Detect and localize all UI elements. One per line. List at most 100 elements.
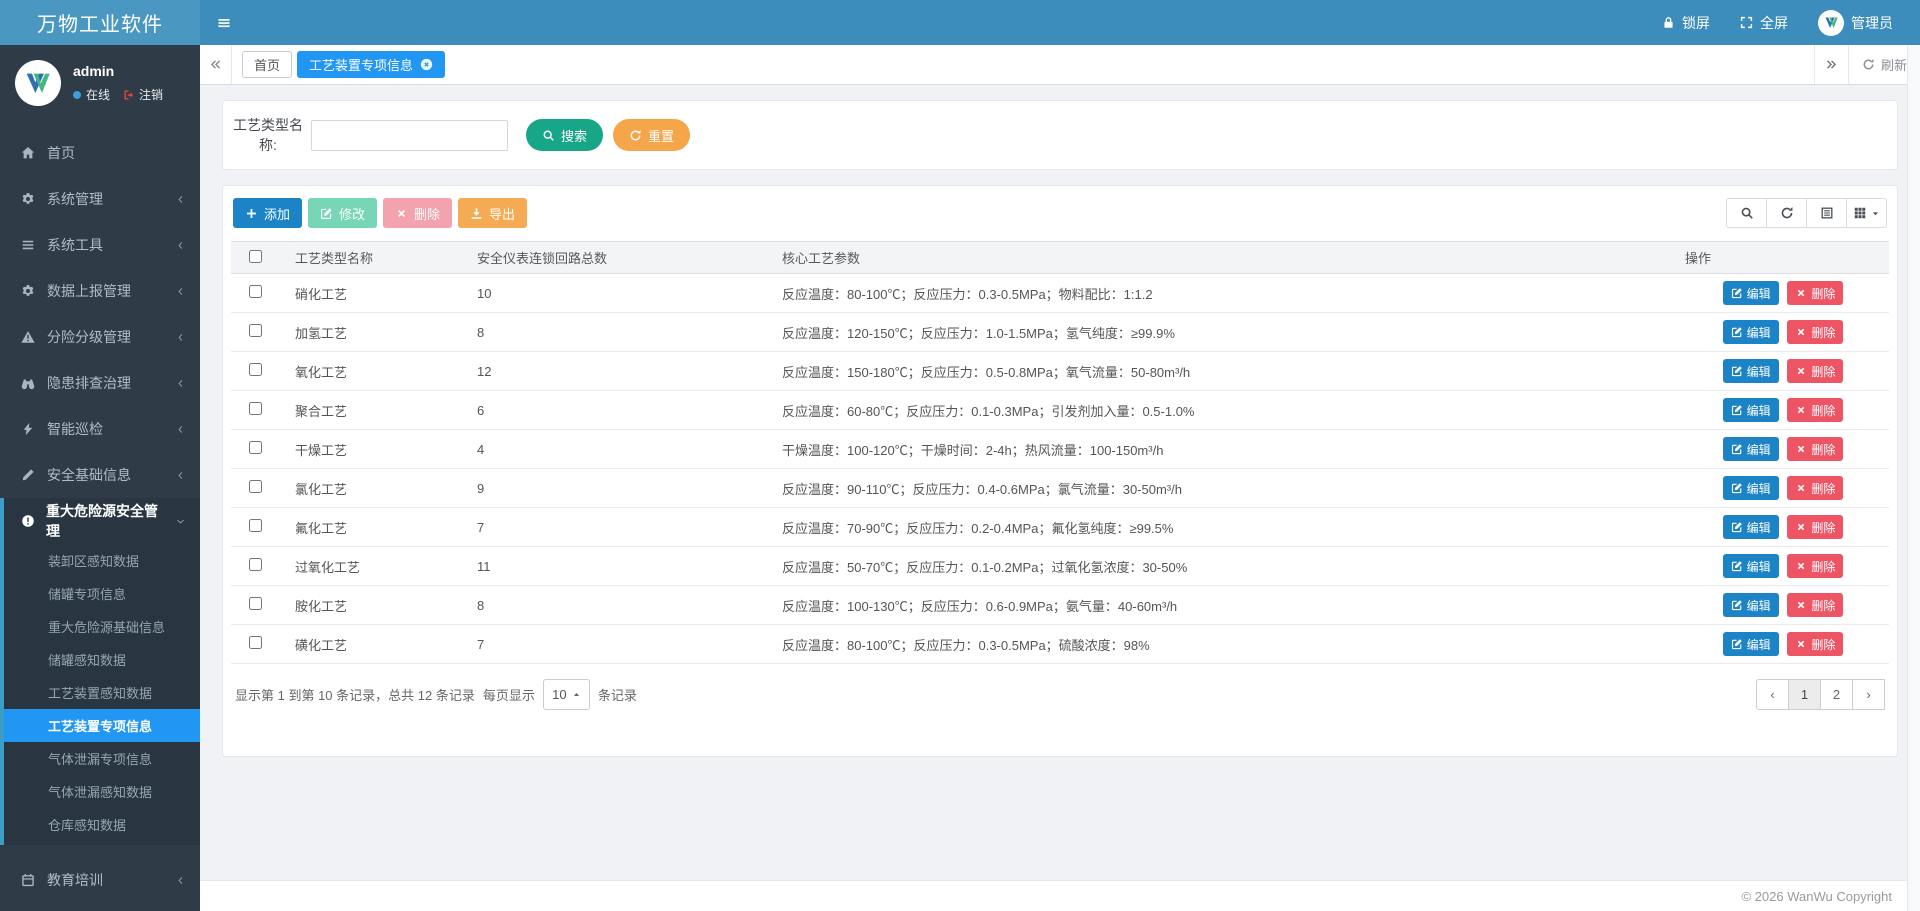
tabs-scroll-right-button[interactable] [1815, 45, 1849, 84]
row-checkbox[interactable] [249, 285, 262, 298]
row-delete-button[interactable]: 删除 [1787, 593, 1843, 617]
sidebar-submenu-item[interactable]: 储罐感知数据 [4, 643, 200, 676]
column-header-actions: 操作 [1677, 242, 1889, 274]
row-delete-button[interactable]: 删除 [1787, 437, 1843, 461]
avatar [15, 60, 61, 106]
row-edit-button[interactable]: 编辑 [1723, 359, 1779, 383]
inspection-icon [19, 376, 37, 390]
tabs-scroll-left-button[interactable] [200, 45, 232, 84]
sidebar-menu-item[interactable]: 分险分级管理 [0, 314, 200, 360]
row-checkbox[interactable] [249, 597, 262, 610]
pencil-icon [19, 468, 37, 482]
process-type-name-input[interactable] [311, 120, 508, 151]
sidebar-submenu-item[interactable]: 气体泄漏感知数据 [4, 775, 200, 808]
lock-icon [1662, 16, 1675, 29]
select-all-checkbox[interactable] [249, 250, 262, 263]
row-delete-button[interactable]: 删除 [1787, 359, 1843, 383]
cell-loop-count: 7 [469, 625, 774, 664]
sidebar-submenu-item[interactable]: 储罐专项信息 [4, 577, 200, 610]
sidebar-submenu-item[interactable]: 气体泄漏专项信息 [4, 742, 200, 775]
sidebar-toggle-button[interactable] [200, 0, 248, 45]
cell-process-name: 干燥工艺 [287, 430, 469, 469]
modify-button[interactable]: 修改 [308, 198, 377, 228]
app-title: 万物工业软件 [37, 8, 163, 37]
sidebar-menu-item[interactable]: 系统工具 [0, 222, 200, 268]
row-checkbox[interactable] [249, 441, 262, 454]
row-checkbox[interactable] [249, 480, 262, 493]
row-edit-button[interactable]: 编辑 [1723, 554, 1779, 578]
reset-button[interactable]: 重置 [613, 119, 690, 151]
row-edit-button[interactable]: 编辑 [1723, 476, 1779, 500]
tab-close-icon[interactable] [420, 58, 433, 71]
sidebar-submenu-item[interactable]: 重大危险源基础信息 [4, 610, 200, 643]
sidebar-submenu-item[interactable]: 装卸区感知数据 [4, 544, 200, 577]
row-checkbox[interactable] [249, 558, 262, 571]
sidebar-submenu-item[interactable]: 仓库感知数据 [4, 808, 200, 841]
row-delete-button[interactable]: 删除 [1787, 515, 1843, 539]
row-checkbox[interactable] [249, 324, 262, 337]
tab[interactable]: 首页 [242, 51, 292, 78]
sidebar-section-header[interactable]: 重大危险源安全管理 [4, 498, 200, 544]
page-size-select[interactable]: 10 [543, 679, 590, 710]
tab[interactable]: 工艺装置专项信息 [297, 51, 445, 78]
export-button[interactable]: 导出 [458, 198, 527, 228]
page-button[interactable]: ‹ [1756, 679, 1789, 710]
row-delete-button[interactable]: 删除 [1787, 554, 1843, 578]
caret-down-icon [1871, 209, 1880, 218]
sidebar-submenu-item[interactable]: 工艺装置感知数据 [4, 676, 200, 709]
row-delete-button[interactable]: 删除 [1787, 398, 1843, 422]
refresh-icon [1780, 206, 1794, 220]
tabs: 首页 工艺装置专项信息 [232, 45, 1814, 84]
row-delete-button[interactable]: 删除 [1787, 476, 1843, 500]
sidebar-menu-item[interactable]: 隐患排查治理 [0, 360, 200, 406]
cell-loop-count: 11 [469, 547, 774, 586]
fullscreen-button[interactable]: 全屏 [1725, 0, 1803, 45]
page-button[interactable]: 1 [1788, 679, 1821, 710]
sidebar-item-label: 安全基础信息 [47, 465, 165, 485]
sidebar-menu-item[interactable]: 系统管理 [0, 176, 200, 222]
cell-loop-count: 7 [469, 508, 774, 547]
row-checkbox[interactable] [249, 363, 262, 376]
table-row: 氯化工艺 9 反应温度：90-110℃；反应压力：0.4-0.6MPa；氯气流量… [231, 469, 1889, 508]
app-logo[interactable]: 万物工业软件 [0, 0, 200, 45]
sidebar-menu-item[interactable]: 数据上报管理 [0, 268, 200, 314]
delete-button[interactable]: 删除 [383, 198, 452, 228]
add-button[interactable]: 添加 [233, 198, 302, 228]
table-refresh-button[interactable] [1766, 198, 1807, 228]
page-button[interactable]: 2 [1820, 679, 1853, 710]
sidebar-submenu-item[interactable]: 工艺装置专项信息 [4, 709, 200, 742]
table-row: 聚合工艺 6 反应温度：60-80℃；反应压力：0.1-0.3MPa；引发剂加入… [231, 391, 1889, 430]
pager: ‹ 1 2 › [1756, 679, 1885, 710]
row-edit-button[interactable]: 编辑 [1723, 320, 1779, 344]
sidebar-menu-item[interactable]: 智能巡检 [0, 406, 200, 452]
cell-loop-count: 8 [469, 313, 774, 352]
v-logo-icon [22, 67, 54, 99]
row-edit-button[interactable]: 编辑 [1723, 632, 1779, 656]
table-search-toggle-button[interactable] [1726, 198, 1767, 228]
row-edit-button[interactable]: 编辑 [1723, 398, 1779, 422]
process-table: 工艺类型名称 安全仪表连锁回路总数 核心工艺参数 操作 硝化工艺 10 反应温度… [231, 241, 1889, 664]
lock-screen-button[interactable]: 锁屏 [1647, 0, 1725, 45]
row-delete-button[interactable]: 删除 [1787, 281, 1843, 305]
row-edit-button[interactable]: 编辑 [1723, 437, 1779, 461]
row-edit-button[interactable]: 编辑 [1723, 593, 1779, 617]
page-button[interactable]: › [1852, 679, 1885, 710]
table-detail-view-button[interactable] [1806, 198, 1847, 228]
sidebar-menu-item[interactable]: 首页 [0, 130, 200, 176]
row-checkbox[interactable] [249, 636, 262, 649]
row-checkbox[interactable] [249, 519, 262, 532]
cell-process-name: 氟化工艺 [287, 508, 469, 547]
row-delete-button[interactable]: 删除 [1787, 632, 1843, 656]
sidebar-menu-item[interactable]: 教育培训 [0, 857, 200, 903]
user-menu[interactable]: 管理员 [1803, 0, 1908, 45]
sidebar-menu-item[interactable]: 安全基础信息 [0, 452, 200, 498]
logout-link[interactable]: 注销 [123, 86, 163, 103]
page-scrollbar[interactable] [1907, 45, 1920, 911]
search-button[interactable]: 搜索 [526, 119, 603, 151]
row-edit-button[interactable]: 编辑 [1723, 515, 1779, 539]
table-columns-button[interactable] [1846, 198, 1887, 228]
row-checkbox[interactable] [249, 402, 262, 415]
row-edit-button[interactable]: 编辑 [1723, 281, 1779, 305]
table-row: 胺化工艺 8 反应温度：100-130℃；反应压力：0.6-0.9MPa；氨气量… [231, 586, 1889, 625]
row-delete-button[interactable]: 删除 [1787, 320, 1843, 344]
